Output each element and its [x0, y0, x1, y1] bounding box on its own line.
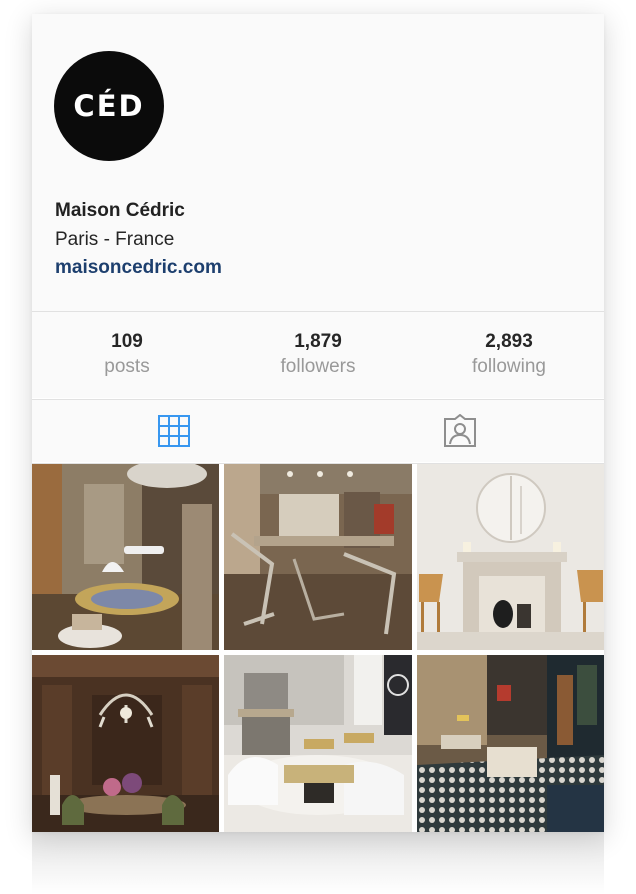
stat-following-label: following: [472, 356, 546, 377]
profile-location: Paris - France: [55, 229, 175, 250]
interior-photo-4: [32, 655, 219, 832]
post-thumbnail[interactable]: [32, 464, 219, 650]
interior-photo-3: [417, 464, 604, 650]
stat-following-value: 2,893: [485, 331, 533, 352]
profile-name: Maison Cédric: [55, 200, 185, 221]
profile-website-link[interactable]: maisoncedric.com: [55, 257, 222, 279]
interior-photo-5: [224, 655, 412, 832]
stat-posts-value: 109: [111, 331, 143, 352]
profile-card: CÉD Maison Cédric Paris - France maisonc…: [32, 14, 604, 832]
post-thumbnail[interactable]: [224, 464, 412, 650]
stat-followers-value: 1,879: [294, 331, 342, 352]
post-thumbnail[interactable]: [224, 655, 412, 832]
stat-followers-label: followers: [280, 356, 356, 377]
interior-photo-1: [32, 464, 219, 650]
post-thumbnail[interactable]: [32, 655, 219, 832]
tab-grid[interactable]: [154, 413, 194, 449]
card-reflection: [32, 832, 604, 894]
stat-posts-label: posts: [104, 356, 150, 377]
stat-followers[interactable]: 1,879 followers: [223, 330, 413, 380]
tagged-icon: [444, 414, 476, 447]
stat-following[interactable]: 2,893 following: [414, 330, 604, 380]
interior-photo-2: [224, 464, 412, 650]
profile-tabs: [32, 400, 604, 462]
profile-stats: 109 posts 1,879 followers 2,893 followin…: [32, 312, 604, 398]
interior-photo-6: [417, 655, 604, 832]
stat-posts[interactable]: 109 posts: [32, 330, 222, 380]
avatar-logo-text: CÉD: [73, 89, 145, 123]
grid-icon: [158, 415, 190, 447]
avatar[interactable]: CÉD: [54, 51, 164, 161]
post-thumbnail[interactable]: [417, 655, 604, 832]
tab-tagged[interactable]: [440, 413, 480, 449]
profile-header: CÉD Maison Cédric Paris - France maisonc…: [32, 14, 604, 311]
post-thumbnail[interactable]: [417, 464, 604, 650]
photo-grid: [32, 464, 604, 832]
